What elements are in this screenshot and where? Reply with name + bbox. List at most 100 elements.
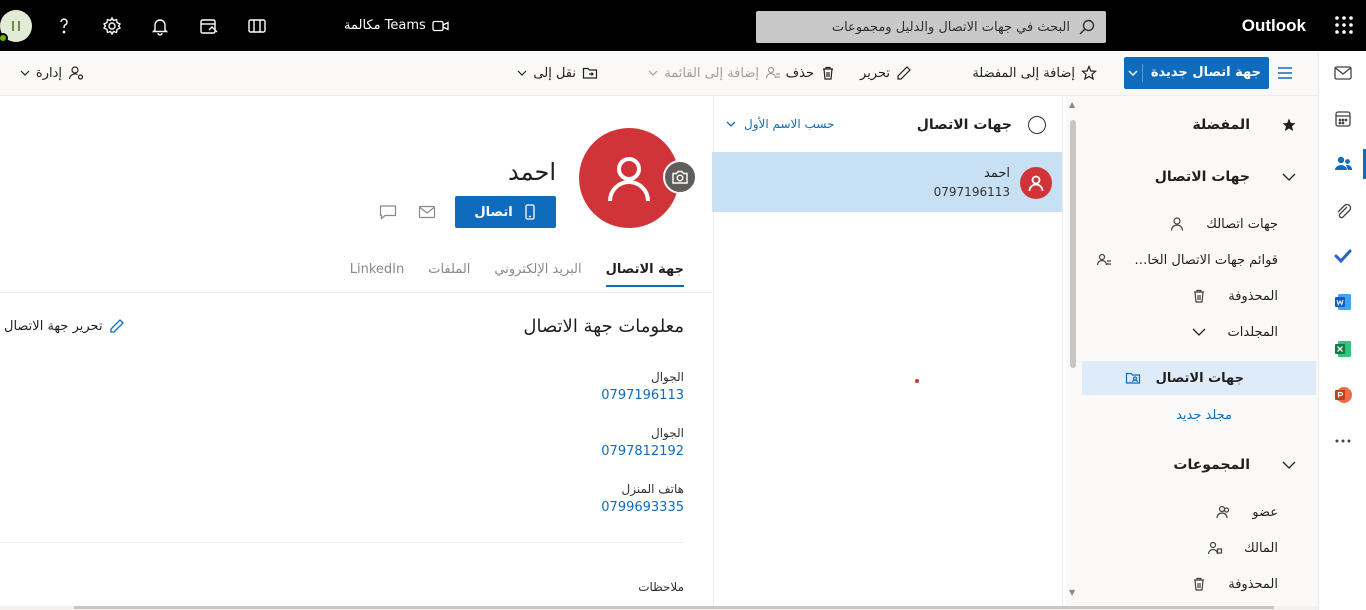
office-apps-icon[interactable]	[247, 16, 267, 36]
chevron-down-icon	[726, 121, 736, 127]
trash-icon	[1190, 575, 1208, 593]
section-title: معلومات جهة الاتصال	[523, 316, 684, 337]
group-member-icon	[1214, 503, 1232, 521]
search-box[interactable]	[756, 11, 1106, 43]
red-dot-marker	[915, 379, 919, 383]
people-icon[interactable]	[1333, 154, 1353, 174]
home-phone-field: هاتف المنزل 0799693335	[601, 482, 684, 515]
chevron-down-icon	[648, 70, 658, 76]
call-button[interactable]: اتصال	[455, 196, 556, 228]
phone-link[interactable]: 0797812192	[601, 444, 684, 459]
hamburger-menu-icon[interactable]	[1276, 64, 1294, 82]
chat-icon[interactable]	[379, 204, 397, 220]
star-icon	[1081, 65, 1097, 81]
chevron-down-icon	[1280, 168, 1298, 186]
delete-button[interactable]: حذف	[786, 65, 836, 81]
phone-link[interactable]: 0799693335	[601, 500, 684, 515]
edit-contact-link[interactable]: تحرير جهة الاتصال	[4, 318, 125, 334]
add-favorite-button[interactable]: إضافة إلى المفضلة	[972, 65, 1097, 81]
app-launcher-icon[interactable]	[1334, 15, 1354, 35]
scroll-up-arrow-icon[interactable]: ▲	[1069, 100, 1075, 109]
select-all-checkbox[interactable]	[1028, 116, 1046, 134]
tab-files[interactable]: الملفات	[428, 262, 470, 287]
teams-call-button[interactable]: مكالمة Teams	[344, 18, 449, 33]
user-avatar[interactable]	[0, 10, 32, 43]
video-camera-icon	[432, 20, 449, 31]
avatar	[1020, 167, 1052, 199]
email-icon[interactable]	[418, 204, 436, 220]
group-owner-icon	[1206, 539, 1224, 557]
groups-header[interactable]: المجموعات	[1082, 448, 1318, 482]
horizontal-scrollbar[interactable]	[0, 606, 1318, 610]
move-to-label: نقل إلى	[533, 65, 576, 81]
groups-header-label: المجموعات	[1173, 457, 1250, 473]
contact-number: 0797196113	[933, 185, 1010, 199]
chevron-down-icon[interactable]	[1124, 67, 1142, 79]
contact-lists-label: قوائم جهات الاتصال الخاص...	[1132, 252, 1278, 268]
contacts-header-label: جهات الاتصال	[1154, 169, 1250, 185]
sort-dropdown[interactable]: حسب الاسم الأول	[726, 117, 834, 131]
field-label: هاتف المنزل	[621, 482, 684, 496]
folders-expander[interactable]: المجلدات	[1082, 315, 1318, 349]
change-photo-button[interactable]	[663, 160, 697, 194]
contact-list-pane: جهات الاتصال حسب الاسم الأول احمد 079719…	[712, 96, 1063, 610]
pause-icon	[12, 21, 20, 31]
favorites-header[interactable]: المفضلة	[1082, 108, 1318, 142]
phone-icon	[525, 204, 535, 220]
sidebar-item-your-contacts[interactable]: جهات اتصالك	[1082, 207, 1318, 241]
call-label: اتصال	[474, 204, 513, 220]
mail-icon[interactable]	[1333, 63, 1353, 83]
todo-icon[interactable]	[1333, 246, 1353, 266]
gear-icon[interactable]	[102, 16, 122, 36]
my-day-icon[interactable]	[199, 16, 219, 36]
sidebar-item-owner[interactable]: المالك	[1082, 531, 1318, 565]
tab-contact[interactable]: جهة الاتصال	[605, 262, 684, 287]
move-to-button[interactable]: نقل إلى	[517, 65, 598, 81]
person-icon	[608, 157, 650, 202]
new-contact-button[interactable]: جهة اتصال جديدة	[1124, 57, 1269, 89]
help-icon[interactable]	[54, 16, 74, 36]
contacts-header[interactable]: جهات الاتصال	[1082, 160, 1318, 194]
mobile-field-1: الجوال 0797196113	[601, 370, 684, 403]
teams-call-label: مكالمة Teams	[344, 18, 426, 33]
edit-label: تحرير	[860, 65, 890, 81]
contact-folder-icon	[1124, 369, 1142, 387]
manage-button[interactable]: إدارة	[20, 65, 84, 81]
app-name[interactable]: Outlook	[1242, 16, 1306, 36]
excel-icon[interactable]	[1333, 339, 1353, 359]
phone-link[interactable]: 0797196113	[601, 388, 684, 403]
chevron-down-icon	[1280, 456, 1298, 474]
word-icon[interactable]	[1333, 292, 1353, 312]
folder-scrollbar[interactable]	[1070, 120, 1076, 368]
sidebar-item-deleted[interactable]: المحذوفة	[1082, 279, 1318, 313]
edit-contact-label: تحرير جهة الاتصال	[4, 318, 103, 334]
new-folder-link[interactable]: مجلد جديد	[1082, 398, 1318, 432]
list-item[interactable]: احمد 0797196113	[712, 152, 1062, 212]
tab-email[interactable]: البريد الإلكتروني	[494, 262, 581, 287]
bell-icon[interactable]	[150, 16, 170, 36]
your-contacts-label: جهات اتصالك	[1206, 216, 1278, 232]
tab-linkedin[interactable]: LinkedIn	[350, 262, 404, 287]
sidebar-item-contacts-folder[interactable]: جهات الاتصال	[1082, 361, 1316, 395]
favorites-label: المفضلة	[1192, 117, 1250, 133]
app-rail	[1318, 51, 1366, 610]
deleted-label: المحذوفة	[1228, 288, 1278, 304]
scrollbar-thumb[interactable]	[74, 606, 1274, 609]
add-to-list-button[interactable]: إضافة إلى القائمة	[648, 65, 781, 81]
scroll-down-arrow-icon[interactable]: ▼	[1069, 588, 1075, 597]
calendar-icon[interactable]	[1333, 109, 1353, 129]
section-divider	[0, 542, 684, 543]
sidebar-item-member[interactable]: عضو	[1082, 495, 1318, 529]
command-bar: جهة اتصال جديدة إضافة إلى المفضلة تحرير …	[0, 51, 1318, 96]
sidebar-item-groups-deleted[interactable]: المحذوفة	[1082, 567, 1318, 601]
powerpoint-icon[interactable]	[1333, 385, 1353, 405]
trash-icon	[823, 66, 833, 80]
sidebar-item-contact-lists[interactable]: قوائم جهات الاتصال الخاص...	[1082, 243, 1318, 277]
more-apps-icon[interactable]	[1333, 431, 1353, 451]
edit-button[interactable]: تحرير	[860, 65, 912, 81]
attachment-icon[interactable]	[1333, 201, 1353, 221]
search-input[interactable]	[770, 19, 1070, 35]
new-contact-label: جهة اتصال جديدة	[1141, 64, 1269, 82]
field-label: الجوال	[651, 426, 684, 440]
chevron-down-icon	[20, 70, 30, 76]
